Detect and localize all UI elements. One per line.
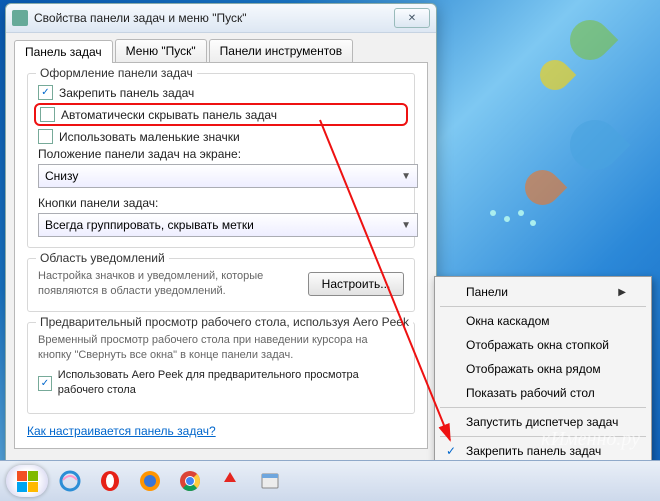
dialog-titlebar[interactable]: Свойства панели задач и меню "Пуск" ✕ — [6, 4, 436, 33]
tab-start-menu[interactable]: Меню "Пуск" — [115, 39, 207, 62]
buttons-value: Всегда группировать, скрывать метки — [45, 218, 254, 232]
menu-cascade[interactable]: Окна каскадом — [438, 309, 648, 333]
taskbar-icon-yandex[interactable] — [212, 466, 248, 496]
app-icon — [12, 10, 28, 26]
aero-peek-label: Использовать Aero Peek для предварительн… — [58, 368, 404, 398]
location-select[interactable]: Снизу ▼ — [38, 164, 418, 188]
tab-taskbar[interactable]: Панель задач — [14, 40, 113, 63]
chevron-down-icon: ▼ — [401, 171, 411, 182]
start-button[interactable] — [6, 465, 48, 497]
aero-peek-group: Предварительный просмотр рабочего стола,… — [27, 322, 415, 414]
lock-taskbar-checkbox[interactable] — [38, 85, 53, 100]
chevron-down-icon: ▼ — [401, 220, 411, 231]
watermark: кИменно.ру — [541, 428, 640, 451]
taskbar-icon-explorer[interactable] — [252, 466, 288, 496]
lock-taskbar-label: Закрепить панель задач — [59, 86, 194, 100]
close-icon: ✕ — [408, 13, 416, 24]
menu-stack[interactable]: Отображать окна стопкой — [438, 333, 648, 357]
taskbar-icon-ie[interactable] — [52, 466, 88, 496]
small-icons-checkbox[interactable] — [38, 129, 53, 144]
group-legend: Оформление панели задач — [36, 66, 197, 80]
taskbar-buttons-select[interactable]: Всегда группировать, скрывать метки ▼ — [38, 213, 418, 237]
autohide-checkbox[interactable] — [40, 107, 55, 122]
location-value: Снизу — [45, 169, 78, 183]
group-legend: Предварительный просмотр рабочего стола,… — [36, 315, 413, 329]
peek-desc: Временный просмотр рабочего стола при на… — [38, 333, 404, 363]
taskbar-icon-chrome[interactable] — [172, 466, 208, 496]
firefox-icon — [139, 470, 161, 492]
small-icons-label: Использовать маленькие значки — [59, 130, 240, 144]
tray-group: Область уведомлений Настройка значков и … — [27, 258, 415, 312]
taskbar-properties-dialog: Свойства панели задач и меню "Пуск" ✕ Па… — [5, 3, 437, 500]
explorer-icon — [259, 470, 281, 492]
taskbar[interactable] — [0, 460, 660, 501]
menu-panels[interactable]: Панели▶ — [438, 280, 648, 304]
buttons-label: Кнопки панели задач: — [38, 196, 158, 210]
autohide-label: Автоматически скрывать панель задач — [61, 108, 277, 122]
appearance-group: Оформление панели задач Закрепить панель… — [27, 73, 415, 248]
yandex-icon — [219, 470, 241, 492]
group-legend: Область уведомлений — [36, 251, 169, 265]
tray-desc: Настройка значков и уведомлений, которые… — [38, 269, 298, 299]
help-link[interactable]: Как настраивается панель задач? — [27, 424, 216, 438]
customize-button[interactable]: Настроить... — [308, 272, 404, 296]
taskbar-context-menu: Панели▶ Окна каскадом Отображать окна ст… — [434, 276, 652, 491]
taskbar-icon-firefox[interactable] — [132, 466, 168, 496]
location-label: Положение панели задач на экране: — [38, 147, 241, 161]
ie-icon — [59, 470, 81, 492]
close-button[interactable]: ✕ — [394, 8, 430, 28]
dialog-title: Свойства панели задач и меню "Пуск" — [34, 11, 247, 25]
menu-side-by-side[interactable]: Отображать окна рядом — [438, 357, 648, 381]
tabstrip: Панель задач Меню "Пуск" Панели инструме… — [6, 33, 436, 62]
tab-toolbars[interactable]: Панели инструментов — [209, 39, 353, 62]
chrome-icon — [179, 470, 201, 492]
taskbar-icon-opera[interactable] — [92, 466, 128, 496]
submenu-arrow-icon: ▶ — [618, 287, 626, 298]
opera-icon — [99, 470, 121, 492]
menu-show-desktop[interactable]: Показать рабочий стол — [438, 381, 648, 405]
aero-peek-checkbox[interactable] — [38, 376, 52, 391]
windows-logo-icon — [17, 471, 38, 492]
